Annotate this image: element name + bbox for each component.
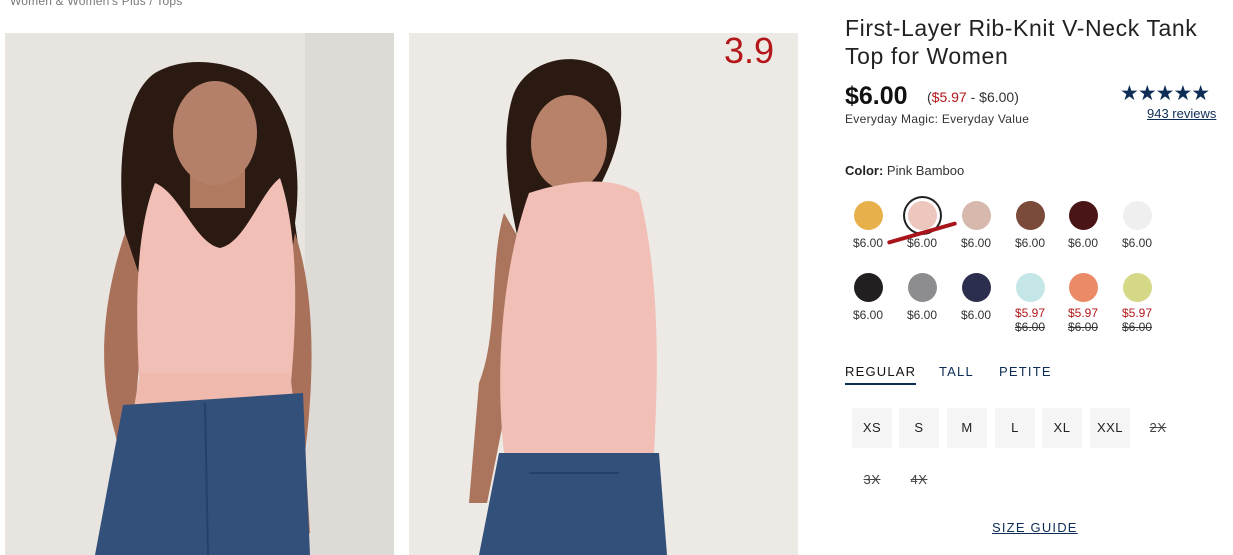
color-swatch[interactable]: $6.00 <box>1056 201 1110 250</box>
swatch-price: $6.00 <box>1121 236 1153 250</box>
swatch-color-dot <box>853 273 883 302</box>
swatch-color-dot <box>1015 201 1045 230</box>
swatch-price: $6.00 <box>1014 236 1046 250</box>
swatch-sale-price: $5.97 <box>1121 306 1153 320</box>
star-rating-icon: ★★★★★ <box>1120 81 1210 106</box>
swatch-color-dot <box>1122 201 1152 230</box>
size-button-xl[interactable]: XL <box>1042 408 1082 448</box>
swatch-sale-price: $5.97 <box>1014 306 1046 320</box>
swatch-sale-price: $5.97 <box>1067 306 1099 320</box>
reviews-link[interactable]: 943 reviews <box>1147 106 1216 121</box>
size-button-xs[interactable]: XS <box>852 408 892 448</box>
price-range: ($5.97 - $6.00) <box>927 89 1019 105</box>
swatch-color-dot <box>1122 273 1152 302</box>
swatch-original-price: $6.00 <box>1067 320 1099 334</box>
color-label: Color: Pink Bamboo <box>845 163 964 178</box>
product-title: First-Layer Rib-Knit V-Neck Tank Top for… <box>845 15 1198 69</box>
tab-tall[interactable]: TALL <box>939 364 974 379</box>
overlay-number: 3.9 <box>724 30 775 71</box>
swatch-color-dot <box>961 273 991 302</box>
size-button-2x[interactable]: 2X <box>1138 408 1178 448</box>
size-button-3x[interactable]: 3X <box>852 460 892 500</box>
swatch-color-dot <box>961 201 991 230</box>
size-button-m[interactable]: M <box>947 408 987 448</box>
swatch-original-price: $6.00 <box>1121 320 1153 334</box>
swatch-color-dot <box>853 201 883 230</box>
tab-petite[interactable]: PETITE <box>999 364 1052 379</box>
color-swatch[interactable]: $5.97 $6.00 <box>1110 273 1164 334</box>
range-regular-price: - $6.00) <box>966 89 1019 105</box>
promo-text: Everyday Magic: Everyday Value <box>845 112 1030 126</box>
color-swatch[interactable]: $5.97 $6.00 <box>1056 273 1110 334</box>
size-button-l[interactable]: L <box>995 408 1035 448</box>
product-image-back[interactable] <box>409 33 798 555</box>
color-swatch[interactable]: $6.00 <box>895 273 949 322</box>
range-sale-price: $5.97 <box>931 89 967 105</box>
color-swatch[interactable]: $5.97 $6.00 <box>1003 273 1057 334</box>
swatch-original-price: $6.00 <box>1014 320 1046 334</box>
swatch-color-dot <box>1068 201 1098 230</box>
size-guide-link[interactable]: SIZE GUIDE <box>992 520 1078 535</box>
color-swatch[interactable]: $6.00 <box>841 273 895 322</box>
swatch-color-dot <box>907 273 937 302</box>
swatch-color-dot <box>1068 273 1098 302</box>
color-swatch[interactable]: $6.00 <box>1003 201 1057 250</box>
swatch-color-dot <box>907 201 937 230</box>
swatch-price: $6.00 <box>1067 236 1099 250</box>
color-swatch[interactable]: $6.00 <box>949 201 1003 250</box>
swatch-price: $6.00 <box>960 236 992 250</box>
size-button-4x[interactable]: 4X <box>899 460 939 500</box>
swatch-price: $6.00 <box>852 308 884 322</box>
swatch-price: $6.00 <box>960 308 992 322</box>
color-label-title: Color: <box>845 163 884 178</box>
tab-regular[interactable]: REGULAR <box>845 364 917 385</box>
size-button-s[interactable]: S <box>899 408 939 448</box>
rating-stars: ★★★★★ <box>1120 82 1210 105</box>
swatch-color-dot <box>1015 273 1045 302</box>
product-image-front[interactable] <box>5 33 394 555</box>
breadcrumb[interactable]: Women & Women's Plus / Tops <box>10 0 182 8</box>
swatch-price: $6.00 <box>906 308 938 322</box>
color-swatch[interactable]: $6.00 <box>949 273 1003 322</box>
color-swatch[interactable]: $6.00 <box>1110 201 1164 250</box>
color-value: Pink Bamboo <box>886 163 965 178</box>
size-button-xxl[interactable]: XXL <box>1090 408 1130 448</box>
current-price: $6.00 <box>845 82 908 110</box>
